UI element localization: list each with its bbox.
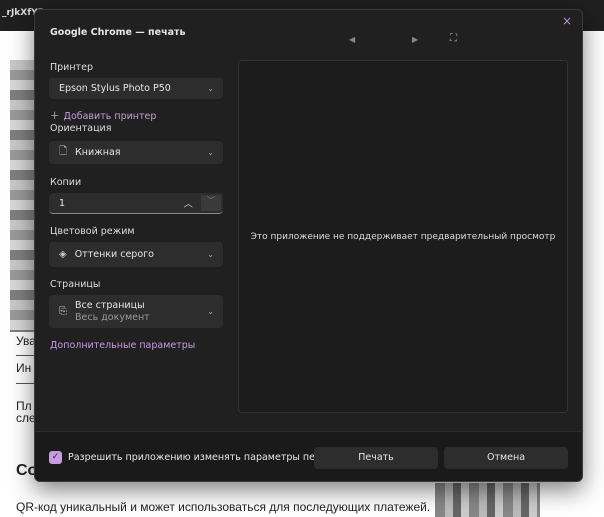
pixelated-image	[10, 60, 36, 332]
pages-icon: ⎘	[59, 306, 67, 317]
next-page-icon[interactable]: ▶	[412, 35, 418, 44]
printer-value: Epson Stylus Photo P50	[59, 83, 171, 94]
color-mode-label: Цветовой режим	[50, 226, 135, 237]
chevron-down-icon: ⌄	[207, 84, 214, 93]
cancel-button[interactable]: Отмена	[444, 447, 568, 469]
chevron-down-icon: ⌄	[207, 148, 214, 157]
chevron-down-icon[interactable]: ﹀	[201, 195, 221, 211]
add-printer-link[interactable]: ＋ Добавить принтер	[50, 108, 156, 122]
copies-value: 1	[59, 197, 66, 209]
copies-label: Копии	[50, 177, 82, 188]
print-preview: Это приложение не поддерживает предварит…	[238, 60, 568, 413]
copies-input[interactable]: 1 ︿ ﹀	[49, 193, 223, 214]
add-printer-label: Добавить принтер	[63, 111, 157, 122]
chevron-down-icon: ⌄	[207, 307, 214, 316]
pages-sub: Весь документ	[75, 311, 150, 323]
chevron-down-icon: ⌄	[207, 250, 214, 259]
chevron-up-icon[interactable]: ︿	[183, 196, 193, 210]
dialog-footer: ✓ Разрешить приложению изменять параметр…	[35, 431, 582, 481]
allow-label: Разрешить приложению изменять параметры …	[68, 452, 339, 463]
print-dialog: Google Chrome — печать × ◀ ▶ ⛶ Принтер E…	[34, 9, 583, 482]
bg-text: Ин	[16, 361, 32, 375]
color-mode-select[interactable]: ◈ Оттенки серого ⌄	[49, 242, 223, 267]
plus-icon: ＋	[50, 111, 60, 122]
printer-select[interactable]: Epson Stylus Photo P50 ⌄	[49, 78, 223, 99]
dialog-title: Google Chrome — печать	[50, 27, 186, 38]
color-mode-value: Оттенки серого	[74, 249, 154, 260]
printer-label: Принтер	[50, 62, 93, 73]
orientation-label: Ориентация	[50, 123, 112, 134]
print-button[interactable]: Печать	[314, 447, 438, 469]
preview-message: Это приложение не поддерживает предварит…	[250, 231, 556, 242]
fit-page-icon[interactable]: ⛶	[450, 33, 457, 44]
allow-checkbox[interactable]: ✓	[49, 451, 62, 464]
color-palette-icon: ◈	[59, 249, 67, 260]
divider	[16, 355, 36, 356]
divider	[16, 383, 36, 384]
more-settings-link[interactable]: Дополнительные параметры	[50, 340, 195, 351]
document-icon: 🗋	[59, 146, 68, 157]
orientation-select[interactable]: 🗋 Книжная ⌄	[49, 141, 223, 164]
bg-text: Ува	[16, 334, 36, 348]
prev-page-icon[interactable]: ◀	[349, 35, 355, 44]
pixelated-qr	[435, 483, 540, 517]
orientation-value: Книжная	[75, 147, 121, 158]
qr-text: QR-код уникальный и может использоваться…	[16, 500, 431, 514]
pages-label: Страницы	[50, 279, 101, 290]
close-icon[interactable]: ×	[562, 14, 572, 28]
bg-text: сле	[16, 411, 36, 425]
pages-select[interactable]: ⎘ Все страницы Весь документ ⌄	[49, 295, 223, 328]
pages-value: Все страницы	[75, 299, 145, 311]
